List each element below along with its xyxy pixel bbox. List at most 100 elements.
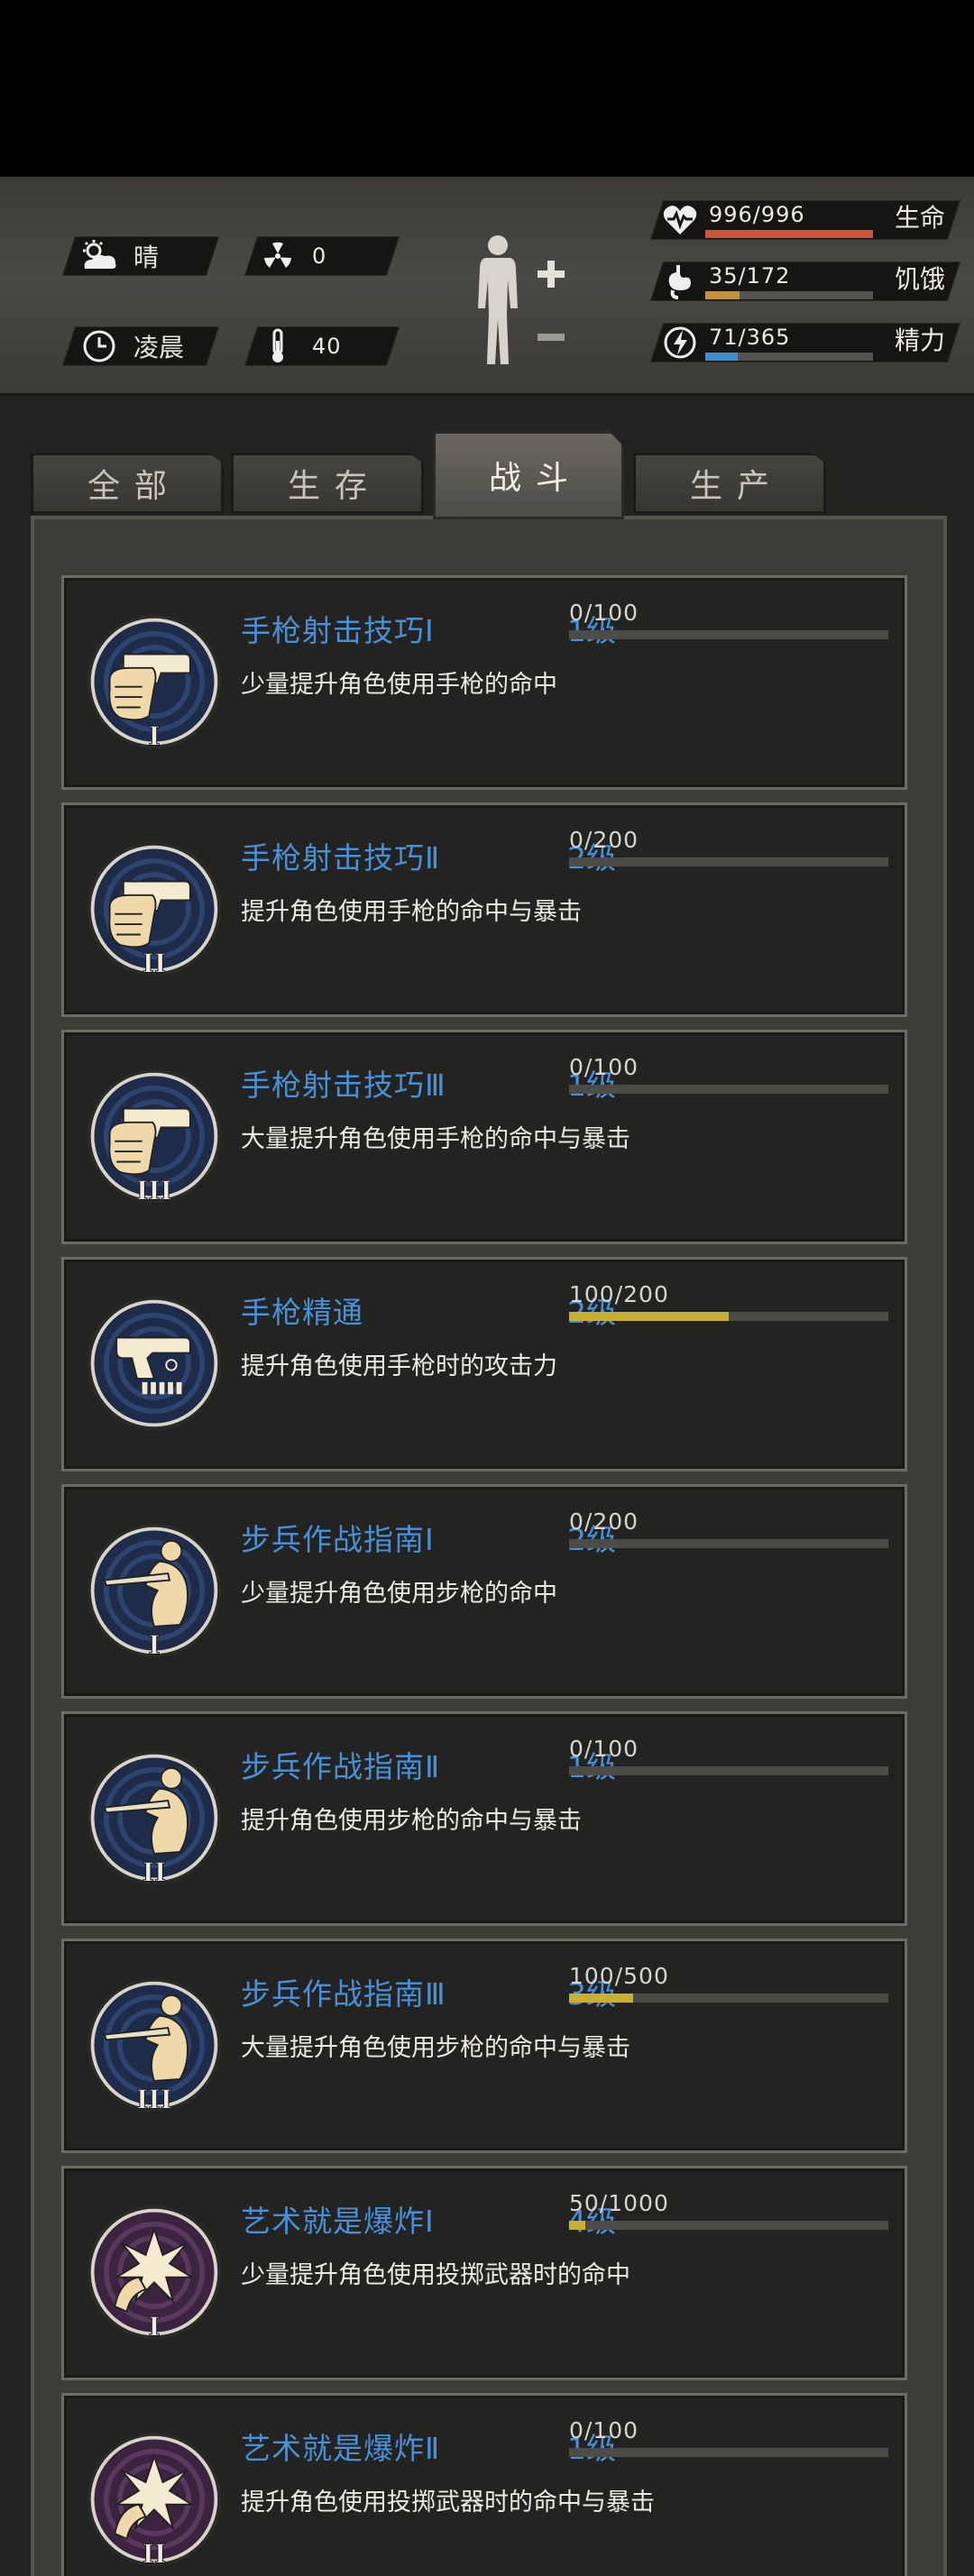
svg-text:I: I (148, 720, 160, 751)
energy-icon (660, 323, 700, 362)
skill-xp-bar (569, 1994, 888, 2003)
skill-name: 手枪精通 (241, 1295, 363, 1330)
skill-xp-bar (569, 1312, 888, 1321)
skill-description: 大量提升角色使用步枪的命中与暴击 (241, 2034, 630, 2062)
svg-text:II: II (142, 1856, 167, 1887)
radiation-value: 0 (312, 243, 327, 269)
vital-bar-fill (705, 353, 739, 361)
pistol-hand-icon: III (86, 1058, 223, 1215)
skill-xp-bar (569, 1539, 888, 1548)
temperature-value: 40 (312, 334, 342, 359)
skill-xp-fill (569, 2221, 585, 2230)
weather-indicator[interactable]: 晴 (79, 236, 159, 276)
vital-bar-fill (705, 291, 740, 299)
skill-description: 少量提升角色使用投掷武器时的命中 (241, 2261, 630, 2289)
radiation-indicator[interactable]: 0 (258, 236, 326, 276)
cloud-sun-icon (79, 236, 119, 276)
tab-production[interactable]: 生产 (633, 453, 826, 514)
clock-icon (79, 326, 119, 366)
skill-card[interactable]: II 步兵作战指南Ⅱ1级0/100提升角色使用步枪的命中与暴击 (61, 1711, 907, 1926)
pistol-hand-icon: II (86, 830, 223, 987)
skill-description: 少量提升角色使用手枪的命中 (241, 671, 557, 699)
skill-xp-text: 0/200 (569, 827, 639, 853)
skill-card[interactable]: III 步兵作战指南Ⅲ3级100/500大量提升角色使用步枪的命中与暴击 (61, 1939, 907, 2153)
skill-xp-text: 0/100 (569, 600, 639, 626)
skill-description: 提升角色使用投掷武器时的命中与暴击 (241, 2489, 655, 2516)
vital-bar (705, 291, 873, 299)
category-tabs: 全部 生存 战斗 生产 (0, 431, 974, 519)
skill-card[interactable]: I 步兵作战指南Ⅰ2级0/200少量提升角色使用步枪的命中 (61, 1484, 907, 1699)
tab-combat[interactable]: 战斗 (433, 431, 624, 519)
rifleman-icon: II (86, 1739, 223, 1896)
pistol-hand-icon: I (86, 603, 223, 760)
body-status-figure[interactable] (469, 233, 577, 368)
stomach-icon (660, 261, 700, 301)
explosion-icon: I (86, 2194, 223, 2351)
vital-label: 生命 (895, 203, 946, 233)
skill-xp-text: 100/500 (569, 1963, 669, 1989)
radiation-icon (258, 236, 298, 276)
skill-description: 提升角色使用步枪的命中与暴击 (241, 1807, 582, 1835)
skill-description: 大量提升角色使用手枪的命中与暴击 (241, 1125, 630, 1153)
skill-xp-bar (569, 2221, 888, 2230)
skill-xp-text: 0/200 (569, 1508, 639, 1535)
vital-value: 35/172 (709, 263, 791, 289)
time-indicator[interactable]: 凌晨 (79, 326, 184, 366)
skill-card[interactable]: II 艺术就是爆炸Ⅱ1级0/100提升角色使用投掷武器时的命中与暴击 (61, 2393, 907, 2576)
svg-text:II: II (142, 2538, 167, 2569)
vital-bar-fill (705, 230, 873, 238)
rifleman-icon: III (86, 1966, 223, 2123)
skill-list: I 手枪射击技巧Ⅰ1级0/100少量提升角色使用手枪的命中 II 手枪射击技巧Ⅱ… (61, 575, 907, 2576)
skill-xp-text: 0/100 (569, 1736, 639, 1762)
skill-description: 提升角色使用手枪的命中与暴击 (241, 898, 582, 926)
vital-value: 71/365 (709, 325, 791, 350)
skill-name: 步兵作战指南Ⅰ (241, 1522, 435, 1557)
skill-name: 步兵作战指南Ⅱ (241, 1749, 441, 1784)
skill-xp-text: 0/100 (569, 2417, 639, 2443)
skill-xp-bar (569, 1085, 888, 1094)
explosion-icon: II (86, 2421, 223, 2576)
skill-name: 艺术就是爆炸Ⅱ (241, 2431, 441, 2466)
svg-text:III: III (136, 1175, 172, 1205)
skill-card[interactable]: II 手枪射击技巧Ⅱ2级0/200提升角色使用手枪的命中与暴击 (61, 802, 907, 1017)
time-of-day-text: 凌晨 (133, 333, 185, 362)
thermometer-icon (258, 326, 298, 366)
skill-xp-bar (569, 2448, 888, 2457)
vital-label: 饥饿 (895, 264, 946, 294)
skill-xp-text: 0/100 (569, 1054, 639, 1080)
heartbeat-icon (660, 200, 700, 240)
skill-xp-bar (569, 857, 888, 866)
skill-card[interactable]: I 艺术就是爆炸Ⅰ4级50/1000少量提升角色使用投掷武器时的命中 (61, 2166, 907, 2380)
tab-all[interactable]: 全部 (31, 453, 224, 514)
vital-bar (705, 230, 873, 238)
skill-xp-bar (569, 630, 888, 639)
skill-description: 提升角色使用手枪时的攻击力 (241, 1352, 557, 1380)
skill-description: 少量提升角色使用步枪的命中 (241, 1580, 557, 1608)
svg-text:I: I (148, 2311, 160, 2342)
skill-name: 艺术就是爆炸Ⅰ (241, 2204, 435, 2239)
svg-text:III: III (136, 2084, 172, 2114)
skill-card[interactable]: I 手枪射击技巧Ⅰ1级0/100少量提升角色使用手枪的命中 (61, 575, 907, 790)
vital-bar (705, 353, 873, 361)
skill-xp-bar (569, 1766, 888, 1775)
tab-survival[interactable]: 生存 (231, 453, 424, 514)
skill-xp-text: 50/1000 (569, 2190, 669, 2216)
skill-xp-fill (569, 1994, 633, 2003)
svg-text:I: I (148, 1629, 160, 1660)
vital-label: 精力 (895, 325, 946, 355)
skill-card[interactable]: III 手枪射击技巧Ⅲ1级0/100大量提升角色使用手枪的命中与暴击 (61, 1030, 907, 1244)
rifleman-icon: I (86, 1512, 223, 1669)
skill-card[interactable]: 手枪精通2级100/200提升角色使用手枪时的攻击力 (61, 1257, 907, 1471)
vital-value: 996/996 (709, 202, 805, 227)
pistol-ammo-icon (86, 1285, 223, 1442)
skill-xp-text: 100/200 (569, 1281, 669, 1307)
skill-name: 步兵作战指南Ⅲ (241, 1976, 446, 2012)
temperature-indicator[interactable]: 40 (258, 326, 342, 366)
skill-xp-fill (569, 1312, 729, 1321)
skill-name: 手枪射击技巧Ⅲ (241, 1068, 446, 1103)
skill-name: 手枪射击技巧Ⅰ (241, 613, 435, 648)
minus-icon (538, 334, 565, 341)
skill-name: 手枪射击技巧Ⅱ (241, 840, 441, 875)
weather-text: 晴 (133, 243, 160, 272)
svg-text:II: II (142, 948, 167, 978)
